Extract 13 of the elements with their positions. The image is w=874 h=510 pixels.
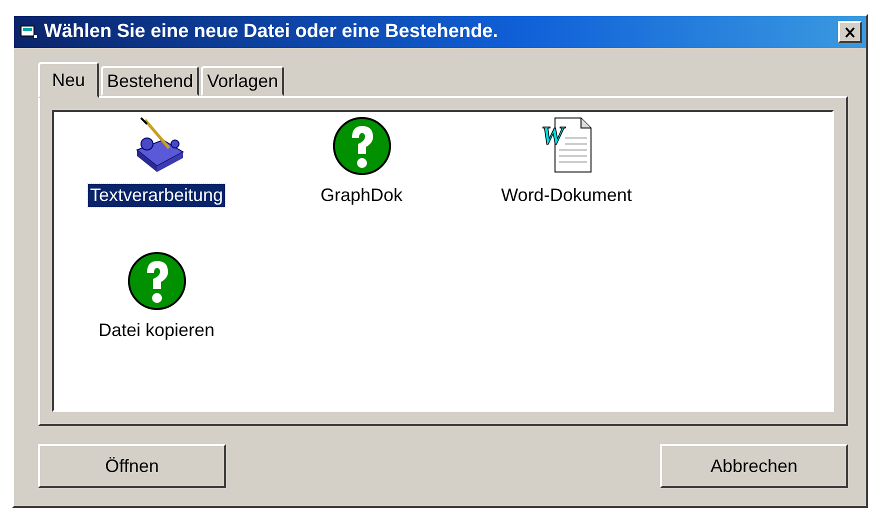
close-icon [844,26,856,38]
item-label[interactable]: GraphDok [318,184,405,207]
tab[interactable]: Neu [38,62,100,98]
item-label[interactable]: Textverarbeitung [88,184,226,207]
tab[interactable]: Bestehend [101,66,200,96]
dialog-button[interactable]: Öffnen [38,444,226,488]
window-title: Wählen Sie eine neue Datei oder eine Bestehende. [44,21,500,43]
window-icon [20,24,38,40]
item-label[interactable]: Datei kopieren [96,319,217,342]
close-button[interactable] [838,21,862,43]
tab[interactable]: Vorlagen [201,66,284,96]
item-label[interactable]: Word-Dokument [499,184,634,207]
dialog-button[interactable]: Abbrechen [660,444,848,488]
